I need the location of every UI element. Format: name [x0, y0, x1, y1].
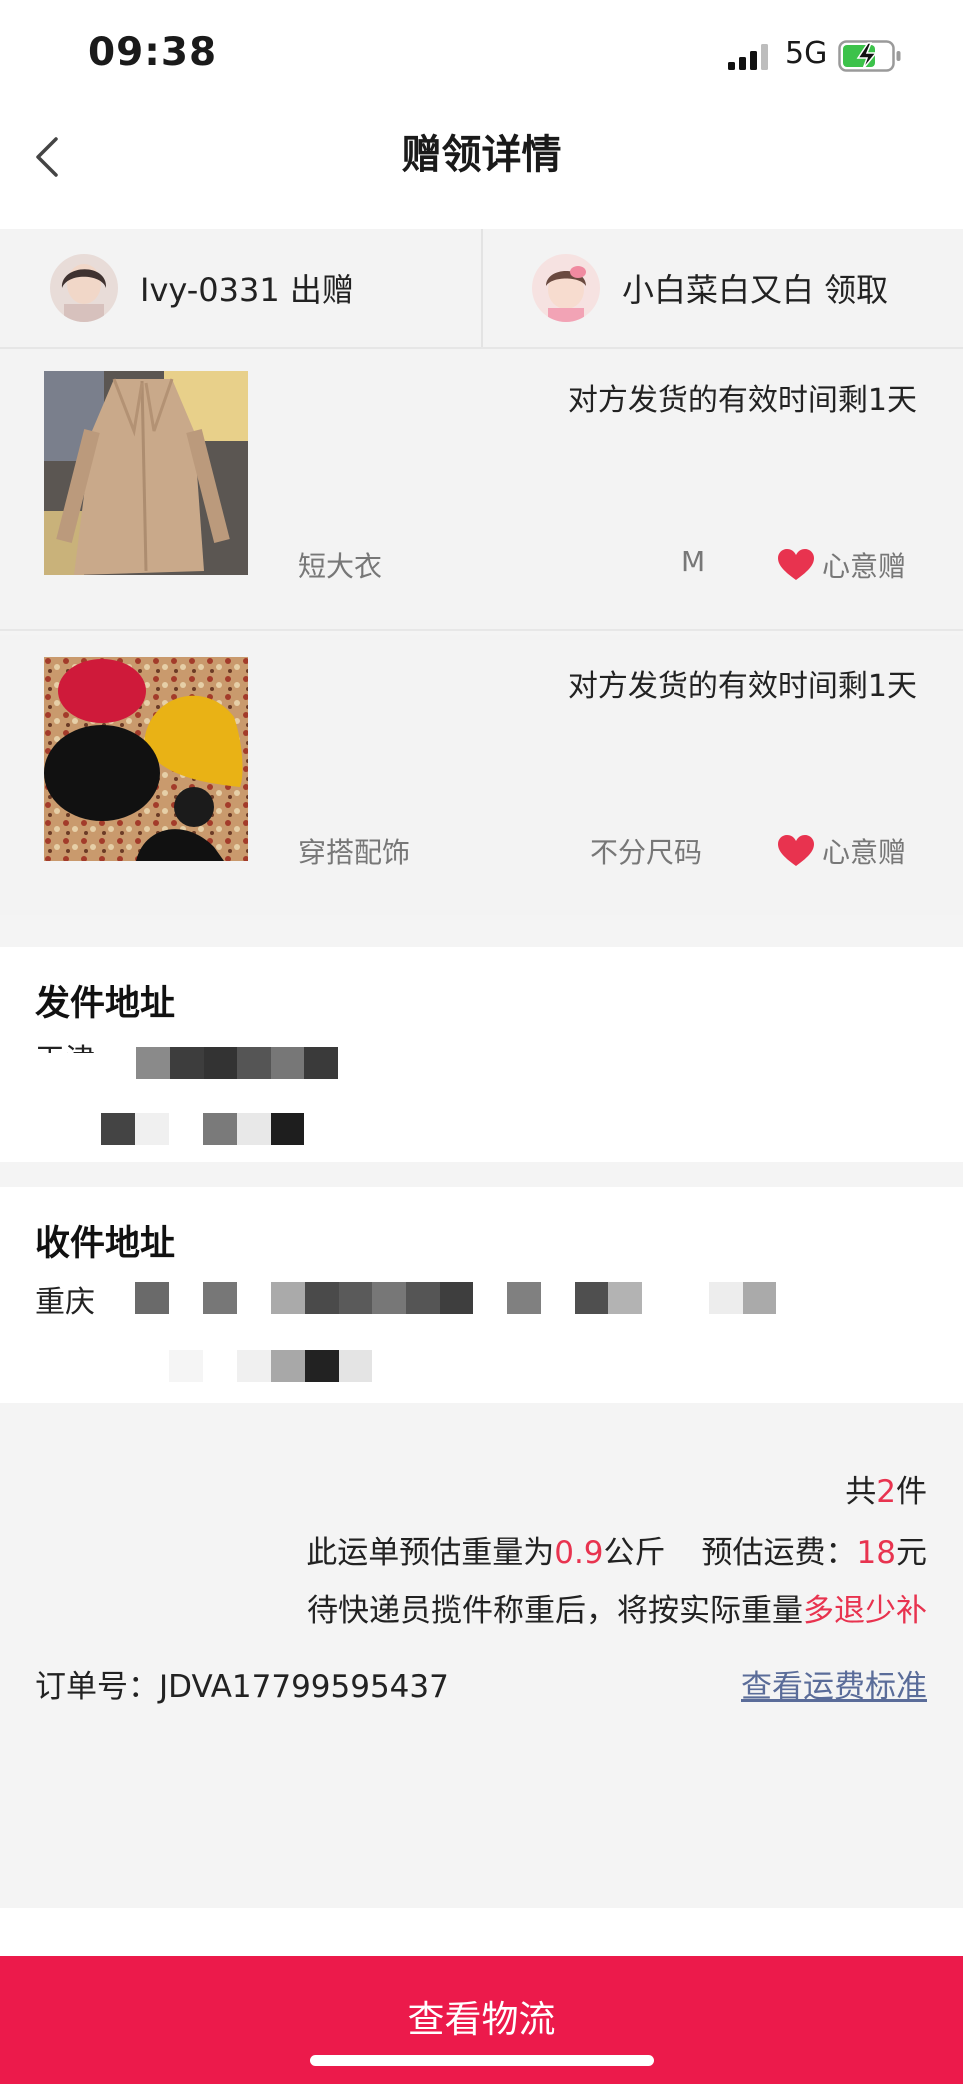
receiver-address-card: 收件地址 重庆: [0, 1187, 963, 1403]
receiver-name: 小白菜白又白 领取: [622, 271, 889, 309]
item-size: M: [681, 545, 706, 578]
item-deadline: 对方发货的有效时间剩1天: [567, 669, 917, 704]
page-title: 赠领详情: [401, 132, 562, 178]
giver-name: Ivy-0331 出赠: [140, 271, 354, 309]
freight-standard-link[interactable]: 查看运费标准: [741, 1661, 927, 1706]
network-label: 5G: [785, 36, 828, 71]
order-number: 订单号：JDVA17799595437: [35, 1669, 449, 1705]
item-name: 短大衣: [298, 550, 383, 583]
item-count: 共2件: [845, 1474, 927, 1510]
home-indicator: [310, 2055, 654, 2066]
item-card[interactable]: 对方发货的有效时间剩1天 短大衣 M 心意赠: [0, 349, 963, 631]
order-summary: [0, 1403, 963, 1908]
receiver-address-redacted: [0, 1282, 963, 1392]
giver-avatar: [50, 254, 118, 322]
status-time: 09:38: [88, 30, 218, 75]
participants-bar: Ivy-0331 出赠 小白菜白又白 领取: [0, 229, 963, 349]
weight-and-fee: 此运单预估重量为0.9公斤 预估运费：18元: [306, 1535, 927, 1571]
item-deadline: 对方发货的有效时间剩1天: [567, 383, 917, 418]
signal-icon: [728, 44, 768, 70]
receiver-avatar: [532, 254, 600, 322]
battery-charging-icon: [838, 40, 901, 72]
giver-info[interactable]: Ivy-0331 出赠: [50, 229, 354, 347]
heart-icon: [778, 549, 814, 580]
item-card[interactable]: 对方发货的有效时间剩1天 穿搭配饰 不分尺码 心意赠: [0, 635, 963, 915]
item-image-coat: [44, 371, 248, 575]
weight-note: 待快递员揽件称重后，将按实际重量多退少补: [307, 1593, 927, 1629]
bottom-spacer: [0, 1908, 963, 1956]
heart-icon: [778, 835, 814, 866]
receiver-info[interactable]: 小白菜白又白 领取: [532, 229, 888, 347]
item-name: 穿搭配饰: [298, 836, 411, 869]
item-image-accessories: [44, 657, 248, 861]
gift-tag: 心意赠: [822, 836, 907, 869]
sender-address-title: 发件地址: [35, 984, 176, 1024]
gift-tag: 心意赠: [822, 550, 907, 583]
sender-address-redacted: [0, 1047, 963, 1157]
item-size: 不分尺码: [590, 836, 703, 869]
sender-address-card: 发件地址 天津: [0, 947, 963, 1162]
participant-divider: [481, 229, 483, 347]
receiver-address-title: 收件地址: [35, 1224, 176, 1264]
